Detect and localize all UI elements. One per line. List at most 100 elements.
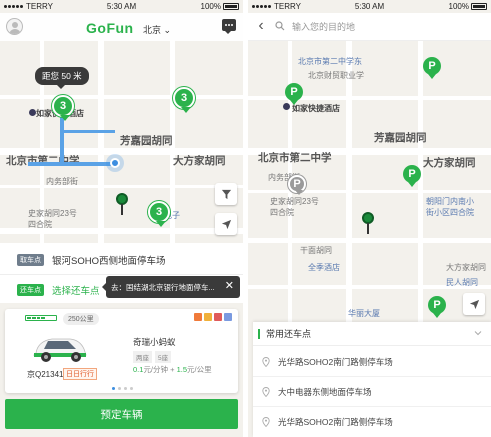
map-label: 北京市第二中学东 — [298, 57, 362, 66]
location-pin-icon — [262, 386, 270, 397]
common-return-label: 光华路SOHO2南门路侧停车场 — [278, 356, 393, 367]
map-road — [98, 40, 104, 250]
destination-search-input[interactable] — [292, 19, 482, 35]
filter-icon — [221, 189, 231, 199]
map-label: 史家胡同23号 四合院 — [270, 197, 319, 217]
navigation-arrow-icon — [469, 299, 479, 309]
top-bar: GoFun 北京 ⌄ — [0, 13, 243, 41]
map-road — [248, 190, 491, 193]
parking-marker[interactable]: P — [285, 83, 303, 105]
common-return-label: 大中电器东侧地面停车场 — [278, 386, 372, 397]
my-location-marker — [110, 158, 120, 168]
spec-badge: 5座 — [155, 351, 172, 363]
parking-marker-unavailable[interactable]: P — [288, 175, 306, 195]
hotel-icon — [29, 109, 36, 116]
return-suggestion-tooltip[interactable]: 去：国结湖北京银行地面停车... ✕ — [102, 276, 240, 298]
pickup-location: 银河SOHO西侧地面停车场 — [52, 256, 166, 267]
parking-marker[interactable]: P — [403, 165, 421, 187]
pickup-row[interactable]: 取车点 银河SOHO西侧地面停车场 — [0, 246, 243, 275]
feature-icons — [194, 313, 232, 321]
car-plate: 京Q21341 — [27, 370, 64, 379]
location-pin-icon — [262, 356, 270, 367]
car-card[interactable]: 250公里 京Q21341 日日行行 奇瑞小蚂蚁 两座 5座 0.1元/分钟 +… — [5, 309, 238, 393]
map-label: 大方家胡同 — [173, 155, 226, 167]
locate-button[interactable] — [215, 213, 237, 235]
route-segment — [60, 130, 115, 133]
car-cluster-marker[interactable]: 3 — [52, 95, 74, 121]
chevron-down-icon: ⌄ — [163, 25, 172, 35]
feature-icon — [194, 313, 202, 321]
selected-car-pin[interactable] — [116, 193, 128, 215]
hotel-icon — [283, 103, 290, 110]
navigation-arrow-icon — [221, 219, 231, 229]
map-label: 芳嘉园胡同 — [374, 132, 427, 144]
avatar[interactable] — [6, 18, 23, 35]
price-per-minute: 0.1 — [133, 365, 144, 374]
map-label: 北京市第二中学 — [258, 152, 332, 164]
map-label: 华丽大厦 — [348, 309, 380, 318]
common-return-panel: 常用还车点 光华路SOHO2南门路侧停车场 大中电器东侧地面停车场 光华路SOH… — [253, 322, 491, 437]
car-cluster-marker[interactable]: 3 — [173, 87, 195, 113]
map-label: 全季酒店 — [308, 263, 340, 272]
common-return-header[interactable]: 常用还车点 — [253, 322, 491, 346]
city-name: 北京 — [143, 25, 162, 35]
battery-icon — [471, 3, 487, 10]
parking-marker[interactable]: P — [423, 57, 441, 79]
book-car-button[interactable]: 预定车辆 — [5, 399, 238, 429]
route-segment — [28, 162, 118, 166]
city-selector[interactable]: 北京 ⌄ — [143, 23, 171, 36]
battery-level-bar — [25, 315, 57, 321]
price-unit: 元/分钟 — [143, 365, 169, 374]
search-icon — [275, 21, 285, 31]
price-plus: + — [170, 365, 175, 374]
close-icon[interactable]: ✕ — [225, 279, 234, 292]
chevron-down-icon[interactable] — [473, 328, 483, 338]
map-label: 内务部街 — [46, 177, 78, 186]
card-pager — [112, 387, 133, 390]
status-bar: TERRY 5:30 AM 100% — [0, 0, 243, 13]
message-icon[interactable] — [222, 19, 236, 34]
map-label: 北京财贸职业学 — [308, 71, 364, 80]
car-cluster-marker[interactable]: 3 — [148, 201, 170, 227]
map-label: 干面胡同 — [300, 246, 332, 255]
feature-icon — [204, 313, 212, 321]
car-model-name: 奇瑞小蚂蚁 — [133, 337, 176, 347]
distance-bubble: 距您 50 米 — [35, 67, 89, 89]
common-return-title: 常用还车点 — [266, 329, 312, 339]
map-road — [248, 96, 491, 100]
common-return-item[interactable]: 光华路SOHO2南门路侧停车场 — [253, 407, 491, 437]
price-unit: 元/公里 — [187, 365, 212, 374]
search-bar: ‹ — [248, 13, 491, 41]
price: 0.1元/分钟 + 1.5元/公里 — [133, 364, 212, 375]
pickup-tag: 取车点 — [17, 254, 44, 266]
car-image — [33, 338, 87, 362]
status-bar: TERRY 5:30 AM 100% — [248, 0, 491, 13]
map-road — [0, 95, 243, 99]
map-label: 芳嘉园胡同 — [120, 135, 173, 147]
accent-bar — [258, 328, 260, 339]
home-map-screen: 芳嘉园胡同 北京市第二中学 大方家胡同 内务部街 史家胡同23号 四合院 如家快… — [0, 0, 243, 437]
price-per-km: 1.5 — [176, 365, 188, 374]
feature-icon — [224, 313, 232, 321]
back-icon[interactable]: ‹ — [252, 16, 270, 36]
filter-button[interactable] — [215, 183, 237, 205]
common-return-item[interactable]: 大中电器东侧地面停车场 — [253, 377, 491, 407]
battery-percent: 100% — [448, 2, 469, 11]
spec-badge: 两座 — [133, 351, 152, 363]
common-return-item[interactable]: 光华路SOHO2南门路侧停车场 — [253, 347, 491, 377]
locate-button[interactable] — [463, 293, 485, 315]
feature-icon — [214, 313, 222, 321]
destination-pin[interactable] — [362, 212, 374, 234]
map-label: 大方家胡同 — [446, 263, 486, 272]
map-label: 史家胡同23号 四合院 — [28, 209, 77, 229]
map-label: 大方家胡同 — [423, 157, 476, 169]
map-label: 如家快捷酒店 — [292, 104, 340, 113]
choose-return-link[interactable]: 选择还车点 — [52, 283, 100, 297]
destination-screen: 北京市第二中学东 北京财贸职业学 如家快捷酒店 芳嘉园胡同 北京市第二中学 大方… — [248, 0, 491, 437]
daily-badge: 日日行行 — [63, 368, 97, 380]
battery-percent: 100% — [200, 2, 221, 11]
range-pill: 250公里 — [63, 313, 99, 325]
parking-marker[interactable]: P — [428, 296, 446, 318]
common-return-label: 光华路SOHO2南门路侧停车场 — [278, 417, 393, 427]
map-label: 朝阳门内南小 街小区四合院 — [426, 197, 474, 217]
